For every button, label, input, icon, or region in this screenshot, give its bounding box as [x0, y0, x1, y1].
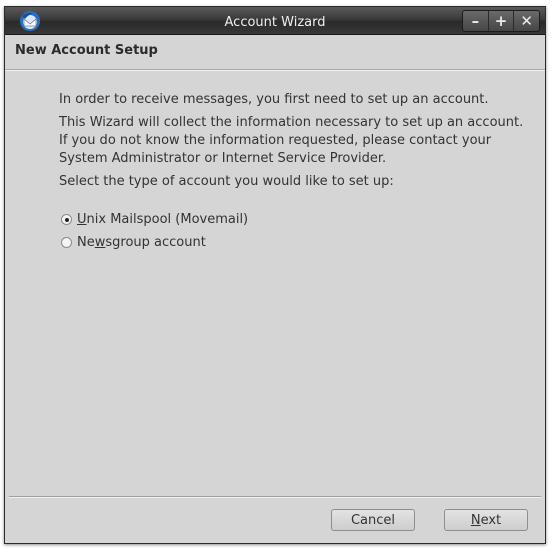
cancel-button[interactable]: Cancel — [331, 509, 415, 531]
option-label: Newsgroup account — [77, 235, 206, 250]
instruction-text: Select the type of account you would lik… — [59, 174, 394, 189]
next-mnemonic: N — [470, 512, 481, 528]
maximize-button[interactable]: + — [487, 11, 514, 31]
account-wizard-window: Account Wizard – + ✕ New Account Setup I… — [4, 6, 546, 544]
radio-button-unchecked[interactable] — [61, 237, 72, 248]
window-controls: – + ✕ — [462, 10, 540, 32]
minimize-button[interactable]: – — [463, 11, 488, 31]
next-label: ext — [480, 512, 502, 528]
header-divider — [5, 70, 545, 71]
page-title: New Account Setup — [15, 43, 158, 58]
option-label: Unix Mailspool (Movemail) — [77, 212, 249, 227]
footer-divider-highlight — [9, 497, 541, 498]
account-type-group: Unix Mailspool (Movemail) Newsgroup acco… — [61, 208, 248, 254]
next-button[interactable]: Next — [444, 509, 528, 531]
option-unix-mailspool[interactable]: Unix Mailspool (Movemail) — [61, 208, 248, 231]
wizard-description: In order to receive messages, you first … — [59, 91, 533, 196]
info-text: This Wizard will collect the information… — [59, 115, 524, 166]
intro-text: In order to receive messages, you first … — [59, 92, 489, 107]
radio-button-checked[interactable] — [61, 214, 72, 225]
close-button[interactable]: ✕ — [513, 11, 539, 31]
title-bar[interactable]: Account Wizard – + ✕ — [5, 7, 545, 35]
wizard-header: New Account Setup — [5, 35, 545, 70]
option-newsgroup[interactable]: Newsgroup account — [61, 231, 248, 254]
